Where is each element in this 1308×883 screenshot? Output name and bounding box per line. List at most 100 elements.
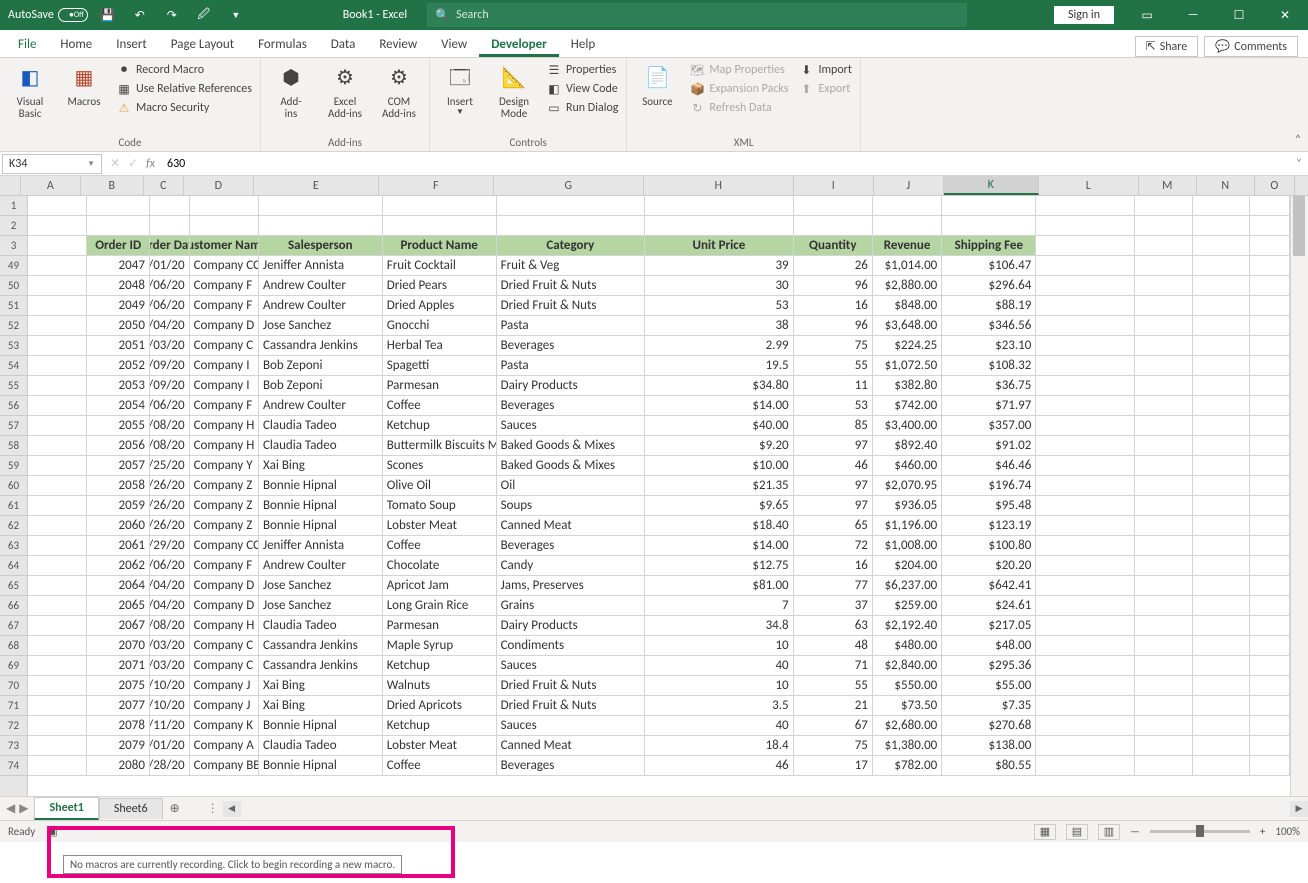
cell[interactable]: 67 [794,716,873,736]
cell[interactable] [1135,696,1192,716]
cell[interactable] [28,356,87,376]
cell[interactable]: 03/08/20 [150,616,190,636]
autosave-toggle[interactable]: AutoSave ●Off [8,8,88,22]
cell[interactable]: 19.5 [645,356,794,376]
cell[interactable]: Ketchup [383,716,497,736]
cell[interactable] [1036,616,1135,636]
cell[interactable]: 53 [645,296,794,316]
cell[interactable] [28,276,87,296]
zoom-slider[interactable] [1150,830,1250,833]
cell[interactable]: 2067 [87,616,149,636]
add-sheet-button[interactable]: ⊕ [163,799,187,819]
cell[interactable]: 53 [794,396,873,416]
cell[interactable] [28,456,87,476]
cell[interactable]: $2,070.95 [873,476,942,496]
row-header[interactable]: 57 [0,416,27,436]
col-header-K[interactable]: K [944,176,1039,195]
insert-control-button[interactable]: 🗔Insert▼ [438,62,482,117]
row-header[interactable]: 66 [0,596,27,616]
cell[interactable]: 97 [794,476,873,496]
cell[interactable]: $18.40 [645,516,794,536]
cell[interactable]: 3.5 [645,696,794,716]
cell[interactable] [497,216,646,236]
cell[interactable] [1036,416,1135,436]
cell[interactable]: $382.80 [873,376,942,396]
cell[interactable]: Andrew Coulter [259,396,383,416]
cell[interactable]: 03/09/20 [150,356,190,376]
cell[interactable]: Company Y [190,456,259,476]
cell[interactable]: 37 [794,596,873,616]
cell[interactable]: Company H [190,416,259,436]
cell[interactable]: Shipping Fee [942,236,1036,256]
cell[interactable]: Order ID [87,236,149,256]
row-header[interactable]: 61 [0,496,27,516]
cell[interactable]: Cassandra Jenkins [259,636,383,656]
cell[interactable] [87,196,149,216]
cell[interactable]: Company K [190,716,259,736]
cell[interactable]: 03/06/20 [150,556,190,576]
cell[interactable] [1135,676,1192,696]
cell[interactable]: 2052 [87,356,149,376]
cell[interactable]: $2,840.00 [873,656,942,676]
cell[interactable] [1135,456,1192,476]
hscroll-left-icon[interactable]: ◀ [223,801,241,817]
cell[interactable] [1036,396,1135,416]
row-header[interactable]: 68 [0,636,27,656]
cell[interactable]: Bonnie Hipnal [259,476,383,496]
cell[interactable] [1135,596,1192,616]
cell[interactable]: $100.80 [942,536,1036,556]
cell[interactable]: 46 [794,456,873,476]
vertical-scrollbar[interactable] [1290,196,1308,796]
cell[interactable]: Unit Price [645,236,794,256]
cell[interactable] [1193,276,1250,296]
macro-security-button[interactable]: ⚠Macro Security [116,100,252,116]
cell[interactable] [28,536,87,556]
cell[interactable]: $48.00 [942,636,1036,656]
cancel-formula-icon[interactable]: ✕ [110,156,120,171]
cell[interactable]: 10 [645,636,794,656]
redo-icon[interactable]: ↷ [160,3,184,27]
cell[interactable]: $36.75 [942,376,1036,396]
cell[interactable]: $12.75 [645,556,794,576]
cell[interactable]: Bob Zeponi [259,356,383,376]
cell[interactable]: $217.05 [942,616,1036,636]
cell[interactable] [1193,536,1250,556]
save-icon[interactable]: 💾 [96,3,120,27]
cell[interactable]: $71.97 [942,396,1036,416]
touch-mode-icon[interactable]: 🖉 [192,3,216,27]
cell[interactable]: Company I [190,356,259,376]
cell[interactable]: Coffee [383,536,497,556]
cell[interactable]: $196.74 [942,476,1036,496]
cell[interactable]: $46.46 [942,456,1036,476]
cell[interactable] [190,196,259,216]
cell[interactable]: 03/01/20 [150,256,190,276]
cell[interactable]: Beverages [497,396,646,416]
cell[interactable] [1193,376,1250,396]
page-break-view-icon[interactable]: ▥ [1098,824,1120,840]
cell[interactable]: 2048 [87,276,149,296]
row-header[interactable]: 72 [0,716,27,736]
cell[interactable]: $3,400.00 [873,416,942,436]
col-header-F[interactable]: F [379,176,494,195]
cell[interactable] [1135,396,1192,416]
cell[interactable] [28,256,87,276]
cell[interactable]: 03/10/20 [150,676,190,696]
cell[interactable]: Dried Apples [383,296,497,316]
cell[interactable]: 03/03/20 [150,636,190,656]
cell[interactable]: $224.25 [873,336,942,356]
tab-review[interactable]: Review [367,32,429,57]
cell[interactable] [1135,736,1192,756]
cell[interactable] [1193,616,1250,636]
tab-file[interactable]: File [6,32,48,57]
zoom-level[interactable]: 100% [1275,825,1300,838]
cell[interactable] [1193,736,1250,756]
col-header-B[interactable]: B [81,176,144,195]
cell[interactable] [1036,376,1135,396]
cell[interactable] [645,196,794,216]
cell[interactable]: $23.10 [942,336,1036,356]
cell[interactable]: Grains [497,596,646,616]
row-header[interactable]: 58 [0,436,27,456]
cell[interactable]: Product Name [383,236,497,256]
cell[interactable]: Soups [497,496,646,516]
row-header[interactable]: 3 [0,236,27,256]
